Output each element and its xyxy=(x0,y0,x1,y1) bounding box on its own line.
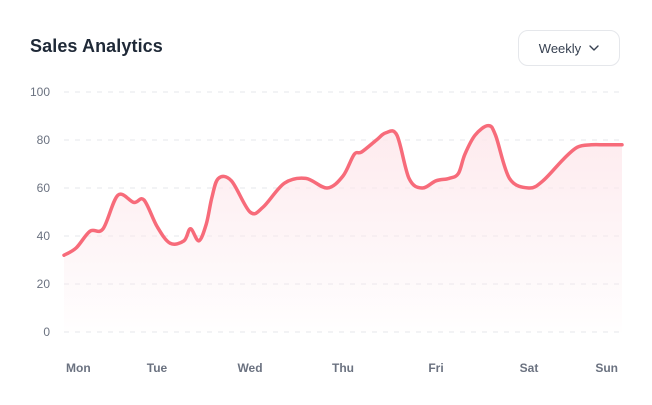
y-tick-label: 0 xyxy=(43,325,50,339)
x-tick-label: Wed xyxy=(237,361,262,375)
x-tick-label: Sat xyxy=(520,361,539,375)
sales-analytics-card: Sales Analytics Weekly 0 20 40 60 80 100 Mon T… xyxy=(0,0,652,405)
x-tick-label: Thu xyxy=(332,361,354,375)
x-tick-label: Mon xyxy=(66,361,91,375)
x-tick-label: Tue xyxy=(147,361,168,375)
x-axis: Mon Tue Wed Thu Fri Sat Sun xyxy=(66,361,618,375)
y-tick-label: 100 xyxy=(30,85,50,99)
y-tick-label: 20 xyxy=(37,277,51,291)
sales-area xyxy=(64,125,622,332)
y-tick-label: 80 xyxy=(37,133,51,147)
sales-line-chart: 0 20 40 60 80 100 Mon Tue Wed Thu Fri Sat Sun xyxy=(30,85,624,375)
x-tick-label: Sun xyxy=(595,361,618,375)
y-tick-label: 40 xyxy=(37,229,51,243)
y-axis: 0 20 40 60 80 100 xyxy=(30,85,50,339)
x-tick-label: Fri xyxy=(428,361,443,375)
y-tick-label: 60 xyxy=(37,181,51,195)
